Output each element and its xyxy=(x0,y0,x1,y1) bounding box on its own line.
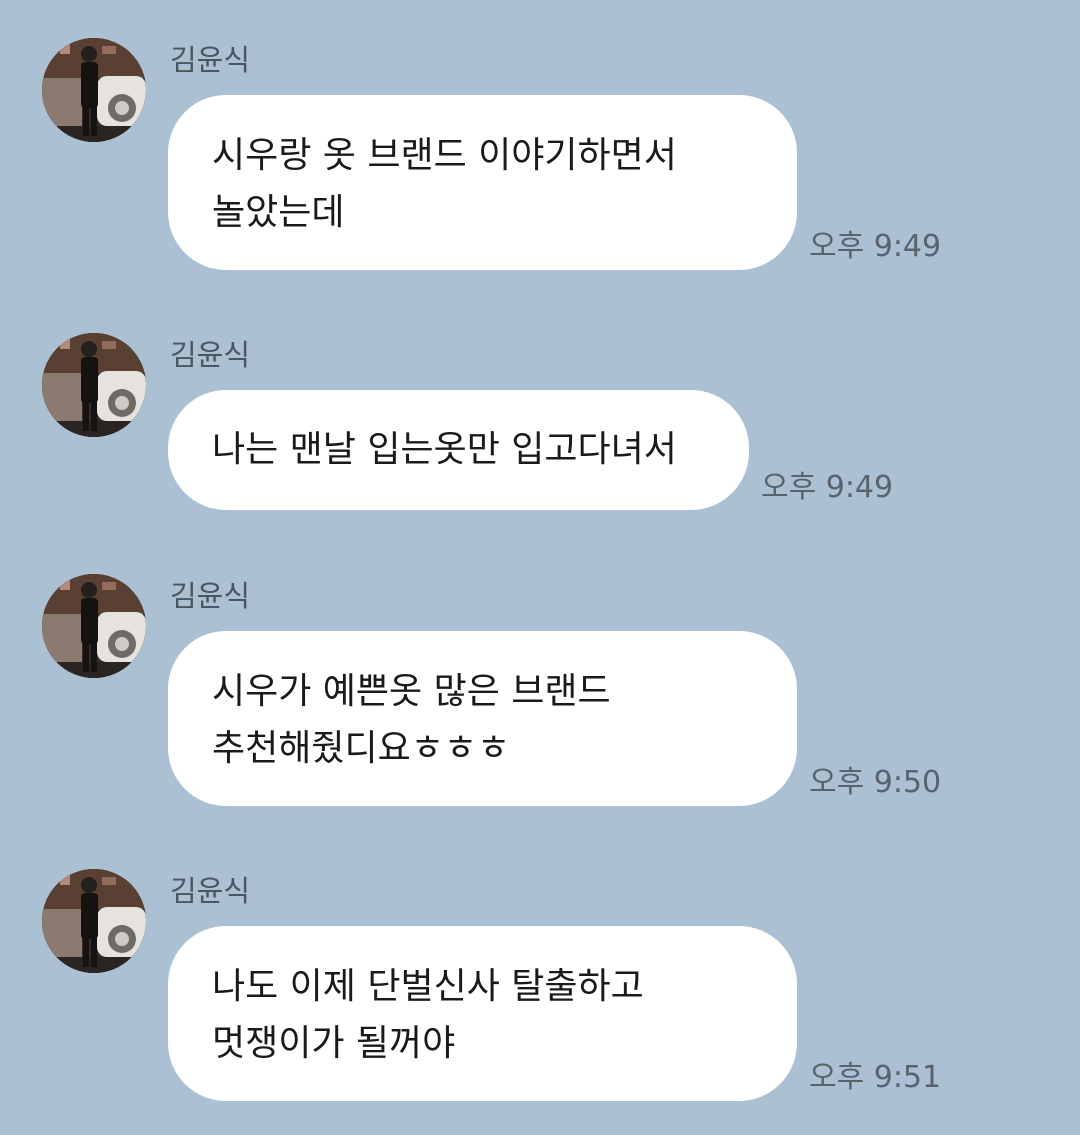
profile-photo-icon xyxy=(42,38,146,142)
message-text-line: 나는 맨날 입는옷만 입고다녀서 xyxy=(212,429,677,470)
chat-window: 김윤식 시우랑 옷 브랜드 이야기하면서 놀았는데 오후 9:49 김윤식 나는… xyxy=(0,0,1080,1135)
message-bubble[interactable]: 시우가 예쁜옷 많은 브랜드 추천해줬디요ㅎㅎㅎ xyxy=(168,631,797,806)
message-time: 오후 9:49 xyxy=(761,470,894,505)
sender-name: 김윤식 xyxy=(170,579,251,613)
avatar[interactable] xyxy=(42,869,146,973)
sender-name: 김윤식 xyxy=(170,874,251,908)
avatar[interactable] xyxy=(42,574,146,678)
message-row: 김윤식 시우랑 옷 브랜드 이야기하면서 놀았는데 오후 9:49 xyxy=(0,38,1080,278)
message-text-line: 추천해줬디요ㅎㅎㅎ xyxy=(212,728,511,769)
message-time: 오후 9:49 xyxy=(809,229,942,264)
message-row: 김윤식 나는 맨날 입는옷만 입고다녀서 오후 9:49 xyxy=(0,333,1080,513)
avatar[interactable] xyxy=(42,38,146,142)
message-text-line: 멋쟁이가 될꺼야 xyxy=(212,1023,456,1064)
message-time: 오후 9:50 xyxy=(809,765,942,800)
message-text-line: 나도 이제 단벌신사 탈출하고 xyxy=(212,966,644,1007)
message-text-line: 시우가 예쁜옷 많은 브랜드 xyxy=(212,671,611,712)
profile-photo-icon xyxy=(42,869,146,973)
message-text-line: 놀았는데 xyxy=(212,192,345,233)
message-bubble[interactable]: 나도 이제 단벌신사 탈출하고 멋쟁이가 될꺼야 xyxy=(168,926,797,1101)
message-row: 김윤식 나도 이제 단벌신사 탈출하고 멋쟁이가 될꺼야 오후 9:51 xyxy=(0,869,1080,1109)
message-row: 김윤식 시우가 예쁜옷 많은 브랜드 추천해줬디요ㅎㅎㅎ 오후 9:50 xyxy=(0,574,1080,814)
profile-photo-icon xyxy=(42,333,146,437)
message-text-line: 시우랑 옷 브랜드 이야기하면서 xyxy=(212,135,677,176)
message-bubble[interactable]: 시우랑 옷 브랜드 이야기하면서 놀았는데 xyxy=(168,95,797,270)
sender-name: 김윤식 xyxy=(170,338,251,372)
sender-name: 김윤식 xyxy=(170,43,251,77)
avatar[interactable] xyxy=(42,333,146,437)
message-bubble[interactable]: 나는 맨날 입는옷만 입고다녀서 xyxy=(168,390,749,510)
message-time: 오후 9:51 xyxy=(809,1060,942,1095)
profile-photo-icon xyxy=(42,574,146,678)
